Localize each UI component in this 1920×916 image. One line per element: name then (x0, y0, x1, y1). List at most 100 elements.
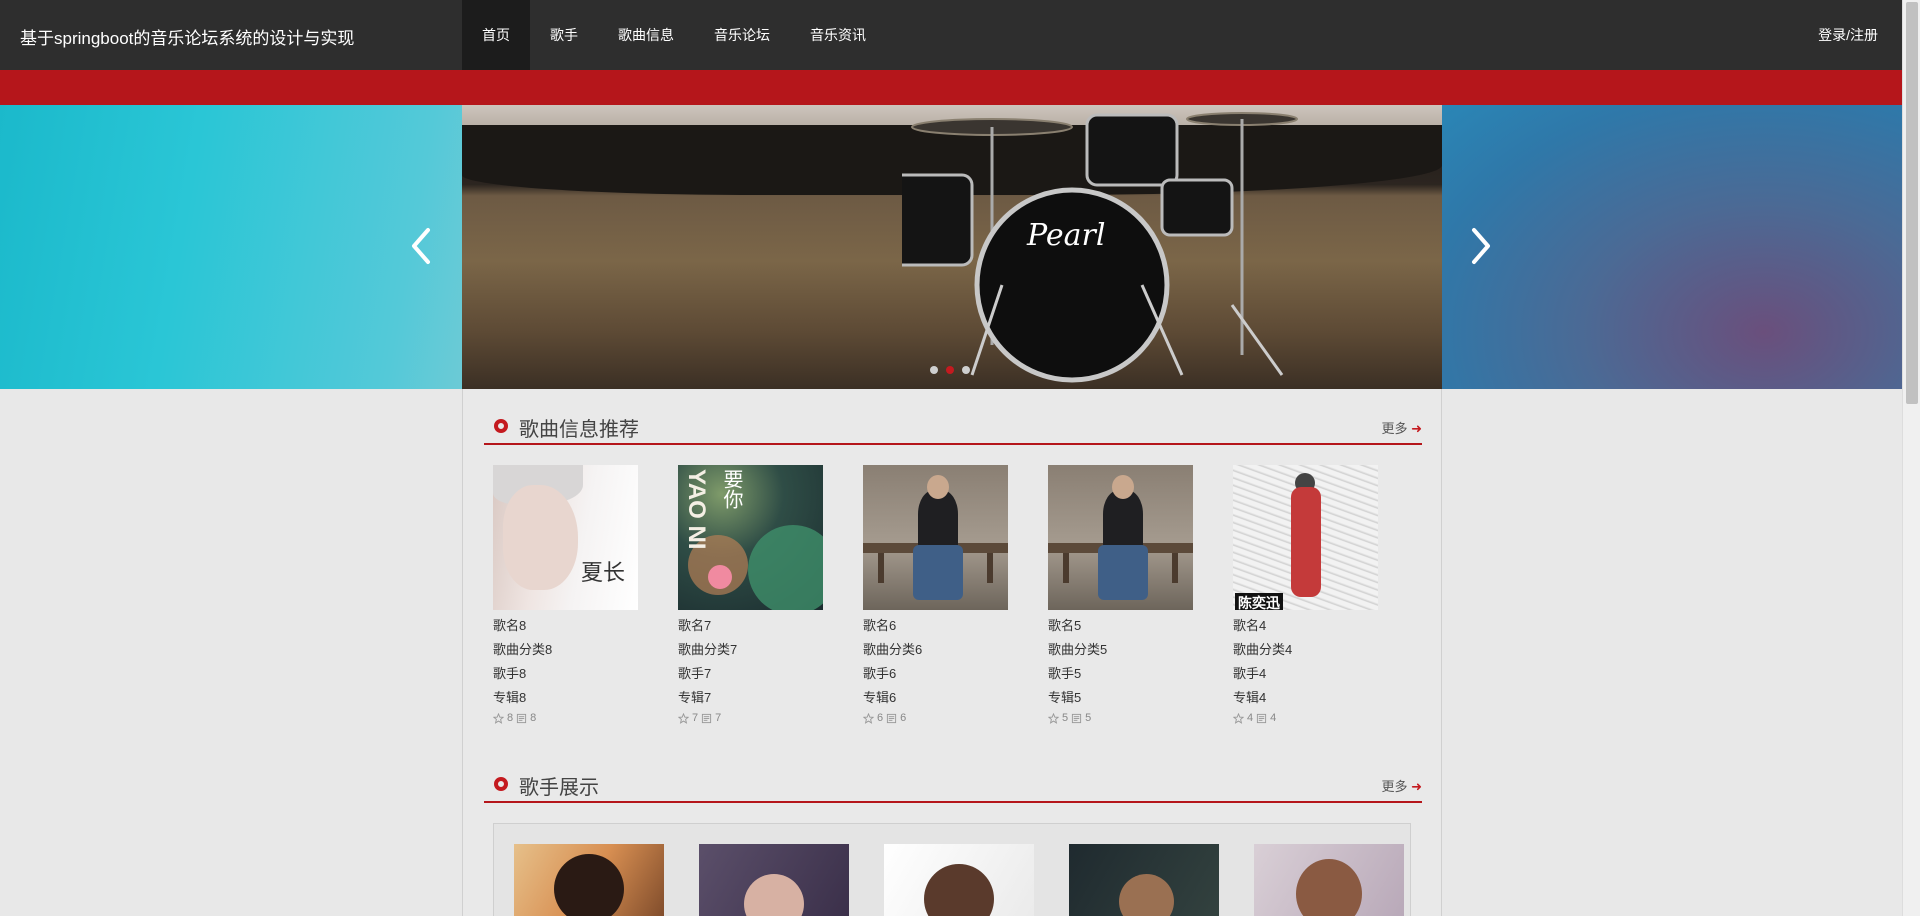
drum-brand-logo: Pearl (1026, 218, 1105, 253)
cover-art-jeans (1098, 545, 1148, 600)
singer-photo[interactable] (699, 844, 849, 916)
song-singer: 歌手5 (1048, 666, 1082, 681)
singer-photo[interactable] (1069, 844, 1219, 916)
carousel-pagination (930, 366, 970, 374)
carousel-next-button[interactable] (1466, 226, 1496, 266)
song-name[interactable]: 歌名5 (1048, 614, 1193, 638)
song-album: 专辑8 (493, 690, 527, 705)
comment-icon (1257, 713, 1267, 723)
star-icon (1048, 712, 1059, 724)
song-stats: 6 6 (863, 712, 1008, 724)
carousel-dot-2[interactable] (946, 366, 954, 374)
singer-section-header: 歌手展示 更多 ➜ (484, 747, 1422, 803)
scrollbar-thumb[interactable] (1906, 2, 1918, 404)
song-card[interactable]: 歌名6 歌曲分类6 歌手6 专辑6 6 6 (863, 465, 1008, 724)
song-section-title: 歌曲信息推荐 (519, 419, 639, 441)
cover-title-text: 陈奕迅 (1235, 593, 1283, 610)
song-stats: 7 7 (678, 712, 823, 724)
song-singer: 歌手8 (493, 666, 527, 681)
song-name[interactable]: 歌名8 (493, 614, 638, 638)
carousel-prev-button[interactable] (406, 226, 436, 266)
song-list: 夏长 歌名8 歌曲分类8 歌手8 专辑8 8 8 YAO NI 要你 歌名7 歌… (493, 465, 1378, 724)
song-album: 专辑5 (1048, 690, 1082, 705)
page-scrollbar[interactable] (1902, 0, 1920, 916)
cover-art-jeans (913, 545, 963, 600)
song-name[interactable]: 歌名6 (863, 614, 1008, 638)
cover-art-flower (708, 565, 732, 589)
cover-art-head (927, 475, 949, 499)
singer-photo[interactable] (514, 844, 664, 916)
song-singer: 歌手4 (1233, 666, 1267, 681)
circle-bullet-icon (494, 419, 508, 433)
carousel-current-slide[interactable]: Pearl (462, 105, 1442, 389)
main-nav: 首页 歌手 歌曲信息 音乐论坛 音乐资讯 (462, 0, 886, 70)
circle-bullet-icon (494, 777, 508, 791)
comment-count: 4 (1270, 712, 1277, 724)
singer-photo[interactable] (1254, 844, 1404, 916)
song-card[interactable]: YAO NI 要你 歌名7 歌曲分类7 歌手7 专辑7 7 7 (678, 465, 823, 724)
carousel-dot-1[interactable] (930, 366, 938, 374)
song-cover[interactable]: YAO NI 要你 (678, 465, 823, 610)
song-card[interactable]: 夏长 歌名8 歌曲分类8 歌手8 专辑8 8 8 (493, 465, 638, 724)
star-icon (863, 712, 874, 724)
song-stats: 8 8 (493, 712, 638, 724)
song-cover[interactable]: 夏长 (493, 465, 638, 610)
cover-art-figure (1291, 487, 1321, 597)
like-count: 8 (507, 712, 514, 724)
song-category: 歌曲分类7 (678, 642, 738, 657)
cover-art-bench-leg (987, 553, 993, 583)
cover-title-text: 夏长 (581, 561, 626, 586)
star-icon (678, 712, 689, 724)
carousel-next-slide-preview (1442, 105, 1902, 389)
site-title[interactable]: 基于springboot的音乐论坛系统的设计与实现 (20, 24, 354, 49)
singer-more-link[interactable]: 更多 ➜ (1381, 776, 1422, 795)
nav-home[interactable]: 首页 (462, 0, 530, 70)
song-cover[interactable] (1048, 465, 1193, 610)
login-register-link[interactable]: 登录/注册 (1818, 0, 1878, 70)
carousel-dot-3[interactable] (962, 366, 970, 374)
song-name[interactable]: 歌名4 (1233, 614, 1378, 638)
like-count: 6 (877, 712, 884, 724)
song-category: 歌曲分类4 (1233, 642, 1293, 657)
cover-art-face (503, 485, 578, 590)
nav-song-info[interactable]: 歌曲信息 (598, 0, 694, 70)
song-singer: 歌手6 (863, 666, 897, 681)
chevron-right-icon (1472, 228, 1490, 264)
comment-icon (887, 713, 897, 723)
song-category: 歌曲分类6 (863, 642, 923, 657)
nav-news[interactable]: 音乐资讯 (790, 0, 886, 70)
cover-art-bench-leg (1063, 553, 1069, 583)
carousel-prev-slide-preview (0, 105, 462, 389)
comment-count: 5 (1085, 712, 1092, 724)
song-cover[interactable]: 陈奕迅 (1233, 465, 1378, 610)
song-category: 歌曲分类5 (1048, 642, 1108, 657)
nav-forum[interactable]: 音乐论坛 (694, 0, 790, 70)
song-stats: 4 4 (1233, 712, 1378, 724)
cover-title-text: YAO NI (683, 469, 710, 550)
arrow-right-icon: ➜ (1407, 421, 1422, 436)
comment-icon (517, 713, 527, 723)
cover-art-bench-leg (1172, 553, 1178, 583)
cover-art-person (918, 490, 958, 550)
song-more-link[interactable]: 更多 ➜ (1381, 418, 1422, 437)
comment-icon (1072, 713, 1082, 723)
cover-art-person (1103, 490, 1143, 550)
comment-count: 8 (530, 712, 537, 724)
singer-photo[interactable] (884, 844, 1034, 916)
singer-showcase (493, 823, 1411, 916)
like-count: 5 (1062, 712, 1069, 724)
comment-count: 6 (900, 712, 907, 724)
nav-singer[interactable]: 歌手 (530, 0, 598, 70)
cover-title-text-cn: 要你 (720, 469, 744, 509)
song-card[interactable]: 陈奕迅 歌名4 歌曲分类4 歌手4 专辑4 4 4 (1233, 465, 1378, 724)
song-card[interactable]: 歌名5 歌曲分类5 歌手5 专辑5 5 5 (1048, 465, 1193, 724)
song-cover[interactable] (863, 465, 1008, 610)
like-count: 4 (1247, 712, 1254, 724)
cover-art-blob (748, 525, 823, 610)
song-category: 歌曲分类8 (493, 642, 553, 657)
song-name[interactable]: 歌名7 (678, 614, 823, 638)
comment-icon (702, 713, 712, 723)
cover-art-head (1112, 475, 1134, 499)
song-album: 专辑4 (1233, 690, 1267, 705)
song-section-header: 歌曲信息推荐 更多 ➜ (484, 389, 1422, 445)
